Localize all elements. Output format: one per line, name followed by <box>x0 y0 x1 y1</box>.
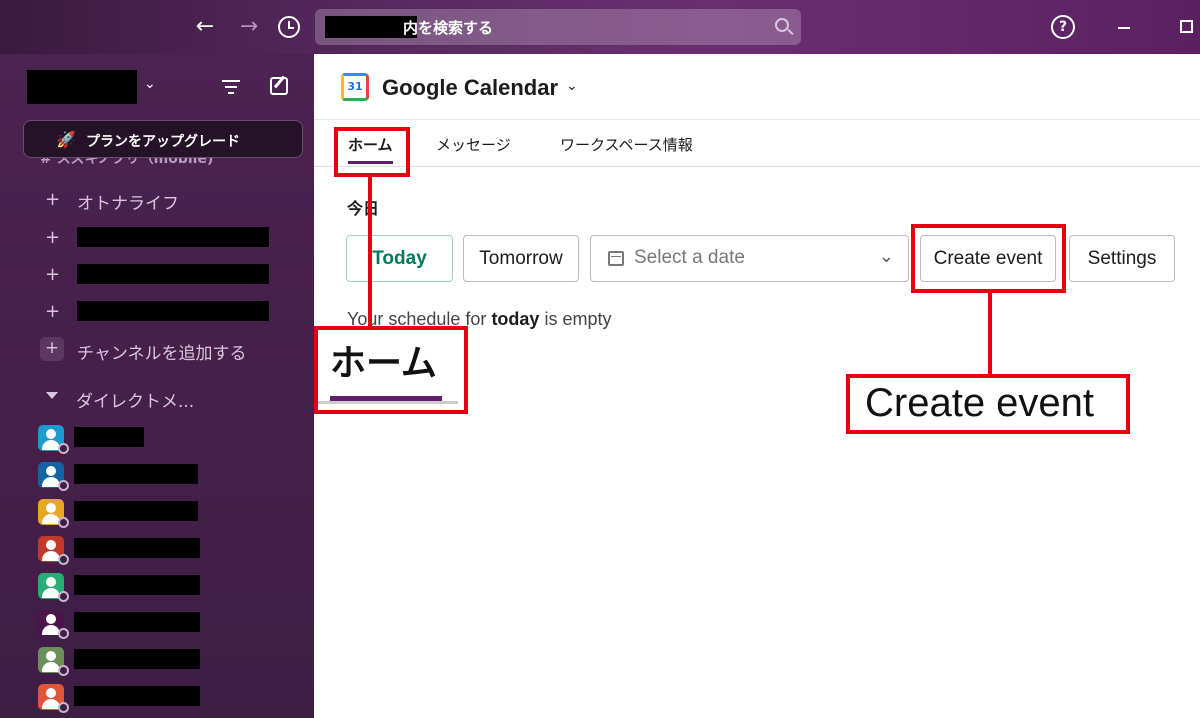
minimize-icon[interactable] <box>1118 27 1130 29</box>
empty-bold: today <box>491 309 540 329</box>
dm-item[interactable] <box>38 645 308 676</box>
app-title[interactable]: Google Calendar <box>382 75 558 101</box>
zoom-active-underline <box>330 396 442 401</box>
divider <box>314 166 1200 167</box>
redacted-user-name <box>74 501 198 521</box>
highlight-create-event <box>911 224 1066 293</box>
redacted-user-name <box>74 575 200 595</box>
sidebar: ⌄ 🚀 プランをアップグレード # スズキノブリ（mobile) + オトナライ… <box>0 54 314 718</box>
dm-item[interactable] <box>38 460 308 491</box>
dm-item[interactable] <box>38 682 308 713</box>
section-heading: 今日 <box>347 199 380 218</box>
redacted-user-name <box>74 538 200 558</box>
tab-messages[interactable]: メッセージ <box>436 134 511 155</box>
plus-icon: + <box>45 301 61 322</box>
callout-line <box>988 293 992 375</box>
highlight-home-tab <box>334 127 410 177</box>
redacted-channel-name <box>77 301 269 321</box>
redacted-user-name <box>74 612 200 632</box>
direct-messages-label: ダイレクトメ... <box>76 392 195 412</box>
zoom-home-label: ホーム <box>330 343 437 384</box>
tomorrow-button[interactable]: Tomorrow <box>463 235 579 282</box>
divider <box>314 119 1200 120</box>
zoom-create-event-label: Create event <box>865 381 1095 425</box>
plus-icon: + <box>45 264 61 285</box>
search-placeholder: 内を検索する <box>403 19 494 37</box>
hidden-channel-label: # スズキノブリ（mobile) <box>40 158 214 166</box>
rocket-icon: 🚀 <box>56 130 76 149</box>
empty-suffix: is empty <box>539 309 612 329</box>
status-icon <box>58 702 69 713</box>
redacted-user-name <box>74 686 200 706</box>
maximize-icon[interactable] <box>1180 20 1193 33</box>
compose-icon[interactable] <box>270 77 288 95</box>
callout-line <box>368 177 372 326</box>
calendar-icon <box>608 251 624 266</box>
upgrade-plan-button[interactable]: 🚀 プランをアップグレード <box>23 120 303 158</box>
dm-item[interactable] <box>38 571 308 602</box>
chevron-down-icon[interactable]: ⌄ <box>144 76 156 92</box>
chevron-down-icon[interactable]: ⌄ <box>566 78 578 94</box>
forward-arrow-icon[interactable]: → <box>236 14 262 40</box>
settings-button[interactable]: Settings <box>1069 235 1175 282</box>
dm-item[interactable] <box>38 423 308 454</box>
redacted-user-name <box>74 649 200 669</box>
add-channel-label: チャンネルを追加する <box>77 344 247 364</box>
channel-item[interactable]: + <box>40 224 310 252</box>
plus-icon: + <box>45 189 61 210</box>
search-icon[interactable] <box>775 18 789 32</box>
channel-name: オトナライフ <box>77 194 179 214</box>
help-icon[interactable]: ? <box>1051 15 1075 39</box>
redacted-user-name <box>74 464 198 484</box>
zoom-home-callout: ホーム <box>314 326 468 414</box>
google-calendar-logo-icon: 31 <box>341 73 369 101</box>
partially-hidden-channel: # スズキノブリ（mobile) <box>40 158 240 166</box>
channel-item[interactable]: + <box>40 298 310 326</box>
channel-item-otonalife[interactable]: + オトナライフ <box>40 186 310 214</box>
caret-down-icon <box>46 392 58 399</box>
dm-item[interactable] <box>38 608 308 639</box>
upgrade-plan-label: プランをアップグレード <box>86 134 240 150</box>
status-icon <box>58 591 69 602</box>
search-input[interactable]: 内を検索する <box>315 9 801 45</box>
dm-item[interactable] <box>38 497 308 528</box>
zoom-create-event-callout: Create event <box>846 374 1130 434</box>
status-icon <box>58 665 69 676</box>
filter-icon[interactable] <box>222 80 240 94</box>
back-arrow-icon[interactable]: ← <box>192 14 218 40</box>
status-icon <box>58 554 69 565</box>
redacted-user-name <box>74 427 144 447</box>
status-icon <box>58 480 69 491</box>
zoom-divider <box>318 401 458 404</box>
status-icon <box>58 628 69 639</box>
status-icon <box>58 517 69 528</box>
redacted-channel-name <box>77 264 269 284</box>
title-bar: ← → 内を検索する ? <box>0 0 1200 54</box>
status-icon <box>58 443 69 454</box>
date-select[interactable]: Select a date ⌄ <box>590 235 909 282</box>
plus-icon: + <box>45 227 61 248</box>
date-placeholder: Select a date <box>634 247 745 268</box>
channel-item[interactable]: + <box>40 261 310 289</box>
tab-workspace-info[interactable]: ワークスペース情報 <box>560 134 693 155</box>
redacted-workspace-switcher[interactable] <box>27 70 137 104</box>
chevron-down-icon: ⌄ <box>878 246 894 266</box>
add-channel-button[interactable]: + チャンネルを追加する <box>40 336 310 364</box>
dm-item[interactable] <box>38 534 308 565</box>
redacted-channel-name <box>77 227 269 247</box>
today-button[interactable]: Today <box>346 235 453 282</box>
add-plus-icon: + <box>40 337 64 361</box>
history-clock-icon[interactable] <box>278 16 300 38</box>
